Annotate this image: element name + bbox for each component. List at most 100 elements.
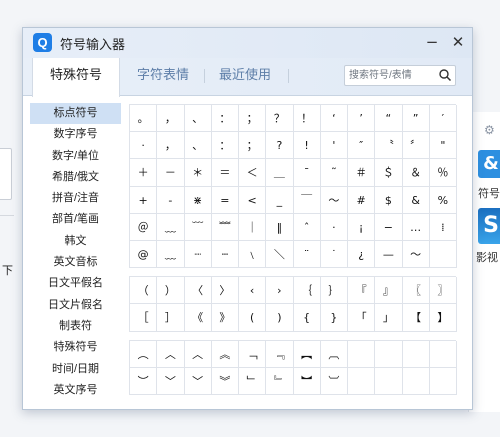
symbol-cell[interactable]: ＜ — [239, 159, 267, 187]
symbol-cell[interactable]: 〉 — [211, 277, 239, 305]
symbol-cell[interactable]: ﹀ — [184, 367, 212, 395]
symbol-cell[interactable]: ┄ — [211, 240, 239, 269]
symbol-cell[interactable]: ‘ — [320, 105, 348, 133]
symbol-cell[interactable]: 、 — [184, 132, 212, 160]
symbol-cell[interactable]: （ — [130, 277, 158, 305]
symbol-cell[interactable]: ﹁ — [239, 340, 267, 368]
video-app-icon[interactable]: S — [478, 208, 500, 244]
symbol-cell[interactable]: ＄ — [375, 159, 403, 187]
symbol-cell[interactable]: ‖ — [266, 213, 294, 241]
symbol-cell[interactable]: ﹌ — [211, 213, 239, 241]
symbol-cell[interactable]: $ — [375, 186, 403, 214]
symbol-cell[interactable]: ﹃ — [266, 340, 294, 368]
symbol-cell[interactable]: ； — [239, 132, 267, 160]
video-app-label[interactable]: 影视 — [476, 249, 498, 265]
symbol-cell[interactable]: 〝 — [375, 132, 403, 160]
gear-icon[interactable]: ⚙ — [484, 123, 495, 137]
symbol-cell[interactable]: — — [375, 240, 403, 269]
symbol-cell[interactable]: ︽ — [211, 340, 239, 368]
symbol-cell[interactable]: 』 — [375, 277, 403, 305]
symbol-cell[interactable]: ＼ — [266, 240, 294, 269]
symbol-cell[interactable]: _ — [266, 186, 294, 214]
symbol-cell[interactable]: ! — [293, 132, 321, 160]
sidebar-item-english-phonetics[interactable]: 英文音标 — [30, 252, 121, 273]
sidebar-item-time-date[interactable]: 时间/日期 — [30, 359, 121, 380]
symbol-cell[interactable]: ﹀ — [157, 367, 185, 395]
symbol-cell[interactable]: ］ — [157, 304, 185, 332]
symbol-cell[interactable]: ＿ — [266, 159, 294, 187]
symbol-cell[interactable]: ﹏ — [157, 240, 185, 269]
tab-emoticons[interactable]: 字符表情 — [123, 58, 203, 96]
symbol-cell[interactable]: @ — [130, 240, 158, 269]
symbol-cell[interactable]: ［ — [130, 304, 158, 332]
symbol-cell[interactable]: 、 — [184, 105, 212, 133]
symbol-cell[interactable]: = — [211, 186, 239, 214]
symbol-cell[interactable]: “ — [375, 105, 403, 133]
symbol-cell[interactable]: ' — [320, 132, 348, 160]
symbol-cell[interactable]: ′ — [429, 105, 457, 133]
symbol-cell[interactable]: ︼ — [293, 367, 321, 395]
symbol-cell[interactable]: " — [429, 132, 457, 160]
minimize-button[interactable]: − — [421, 31, 443, 53]
symbol-cell[interactable]: ︻ — [293, 340, 321, 368]
symbol-cell[interactable]: ＊ — [184, 159, 212, 187]
symbol-cell[interactable]: { — [293, 304, 321, 332]
sidebar-item-radicals-strokes[interactable]: 部首/笔画 — [30, 209, 121, 230]
symbol-cell[interactable]: ⋇ — [184, 186, 212, 214]
sidebar-item-greek-russian[interactable]: 希腊/俄文 — [30, 167, 121, 188]
symbol-cell[interactable]: － — [157, 159, 185, 187]
tab-recent[interactable]: 最近使用 — [209, 58, 281, 96]
symbol-cell[interactable]: ！ — [293, 105, 321, 133]
symbol-cell[interactable]: ｜ — [239, 213, 267, 241]
sidebar-item-box-drawing[interactable]: 制表符 — [30, 316, 121, 337]
symbol-cell[interactable]: ( — [239, 304, 267, 332]
symbol-cell[interactable]: ： — [211, 132, 239, 160]
symbol-cell[interactable]: ＝ — [211, 159, 239, 187]
symbol-cell[interactable]: ： — [211, 105, 239, 133]
symbol-cell[interactable]: ＆ — [402, 159, 430, 187]
symbol-cell[interactable]: ～ — [320, 186, 348, 214]
symbol-cell[interactable]: ” — [402, 105, 430, 133]
symbol-cell[interactable]: 〖 — [402, 277, 430, 305]
symbol-cell[interactable]: ˆ — [293, 213, 321, 241]
symbol-cell[interactable]: ˜ — [320, 159, 348, 187]
symbol-cell[interactable]: ¡ — [348, 213, 376, 241]
symbol-cell[interactable]: ＃ — [348, 159, 376, 187]
symbol-cell[interactable]: ＋ — [130, 159, 158, 187]
symbol-cell[interactable]: ’ — [348, 105, 376, 133]
symbol-cell[interactable]: ， — [157, 105, 185, 133]
symbol-cell[interactable]: › — [266, 277, 294, 305]
symbol-cell[interactable]: ｛ — [293, 277, 321, 305]
symbol-cell[interactable]: % — [429, 186, 457, 214]
symbol-cell[interactable]: ￣ — [293, 186, 321, 214]
symbol-cell[interactable]: ˙ — [320, 240, 348, 269]
title-bar[interactable]: Q 符号输入器 − ✕ — [23, 28, 472, 58]
symbol-cell[interactable]: ﹄ — [266, 367, 294, 395]
symbol-cell[interactable]: ＠ — [130, 213, 158, 241]
symbol-cell[interactable]: ？ — [266, 105, 294, 133]
symbol-cell[interactable]: ﹏ — [157, 213, 185, 241]
symbol-cell[interactable]: 》 — [211, 304, 239, 332]
symbol-cell[interactable]: ， — [157, 132, 185, 160]
symbol-cell[interactable]: − — [375, 213, 403, 241]
symbol-cell[interactable]: - — [157, 186, 185, 214]
symbol-cell[interactable]: & — [402, 186, 430, 214]
symbol-cell[interactable]: 〞 — [402, 132, 430, 160]
symbol-cell[interactable]: ～ — [402, 240, 430, 269]
symbol-cell[interactable]: ﹂ — [239, 367, 267, 395]
symbol-cell[interactable]: ％ — [429, 159, 457, 187]
symbol-cell[interactable]: ﹋ — [184, 213, 212, 241]
symbol-cell[interactable]: ︵ — [130, 340, 158, 368]
symbol-cell[interactable]: 《 — [184, 304, 212, 332]
symbol-cell[interactable]: ″ — [348, 132, 376, 160]
symbol-cell[interactable]: 「 — [348, 304, 376, 332]
search-icon[interactable] — [438, 68, 452, 82]
search-input[interactable] — [349, 67, 435, 84]
tab-special-symbols[interactable]: 特殊符号 — [32, 58, 120, 97]
symbol-app-icon[interactable]: & — [478, 150, 500, 178]
symbol-cell[interactable]: ︺ — [320, 367, 348, 395]
symbol-cell[interactable]: 。 — [130, 105, 158, 133]
symbol-cell[interactable]: # — [348, 186, 376, 214]
sidebar-item-numbers-units[interactable]: 数字/单位 — [30, 146, 121, 167]
symbol-cell[interactable]: ¿ — [348, 240, 376, 269]
